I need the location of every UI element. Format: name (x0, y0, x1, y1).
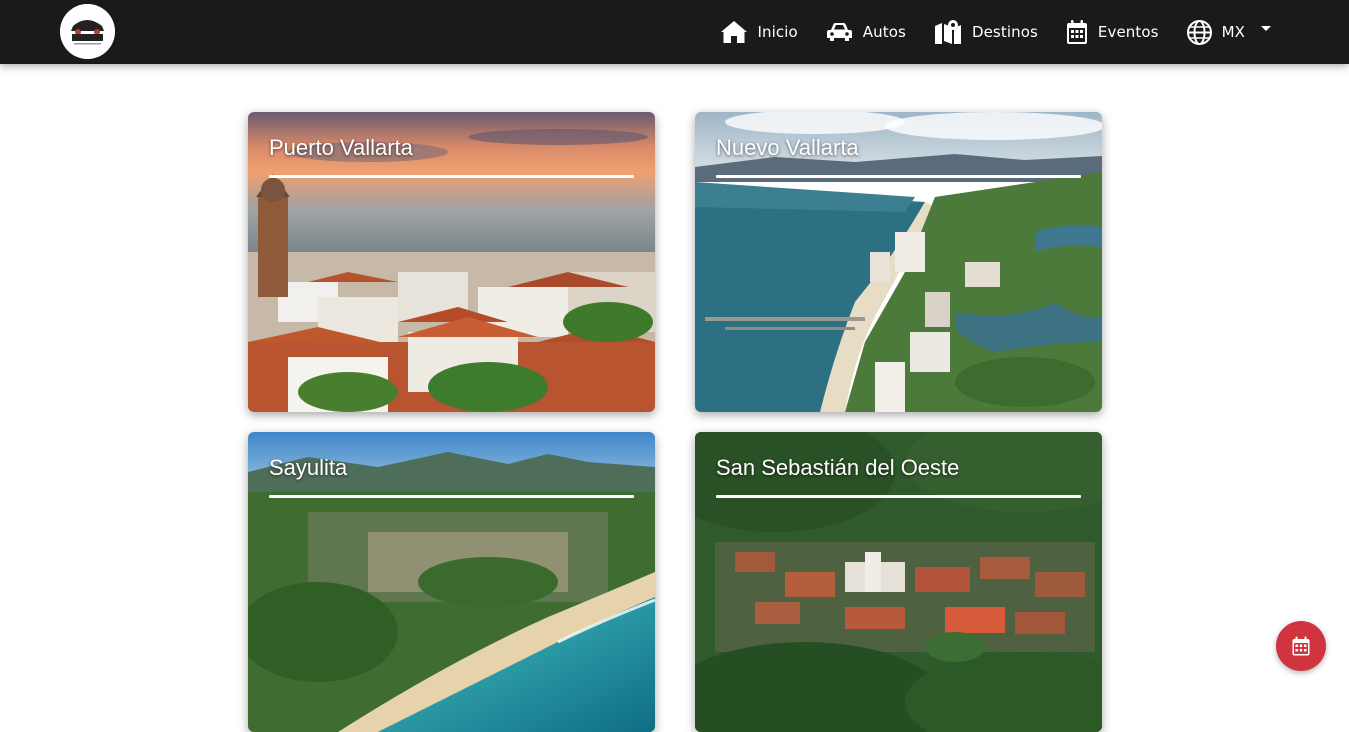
nav-eventos[interactable]: Eventos (1066, 0, 1159, 64)
nav-inicio-label: Inicio (757, 23, 798, 41)
destination-card-nuevo-vallarta[interactable]: Nuevo Vallarta (695, 112, 1102, 412)
home-icon (720, 21, 747, 43)
title-underline (716, 175, 1081, 178)
chevron-down-icon (1261, 25, 1271, 31)
nav-autos-label: Autos (862, 23, 906, 41)
destination-card-puerto-vallarta[interactable]: Puerto Vallarta (248, 112, 655, 412)
map-icon (934, 20, 961, 44)
nav-destinos-label: Destinos (971, 23, 1038, 41)
logo-image (60, 4, 115, 59)
title-underline (269, 495, 634, 498)
destination-title: Puerto Vallarta (269, 135, 413, 160)
destination-title: Sayulita (269, 455, 348, 480)
destination-card-san-sebastian-del-oeste[interactable]: San Sebastián del Oeste (695, 432, 1102, 732)
nav-eventos-label: Eventos (1097, 23, 1159, 41)
destination-title: San Sebastián del Oeste (716, 455, 960, 480)
car-icon (826, 23, 852, 41)
calendar-icon (1066, 20, 1087, 44)
top-navbar: Inicio Autos Destinos Eventos MX (0, 0, 1349, 64)
calendar-icon (1292, 636, 1310, 656)
language-dropdown[interactable]: MX (1186, 0, 1271, 64)
nav-autos[interactable]: Autos (826, 0, 906, 64)
nav-inicio[interactable]: Inicio (720, 0, 798, 64)
globe-icon (1186, 19, 1212, 45)
events-calendar-button[interactable] (1276, 621, 1326, 671)
destination-card-sayulita[interactable]: Sayulita (248, 432, 655, 732)
language-label: MX (1221, 23, 1245, 41)
nav-destinos[interactable]: Destinos (934, 0, 1038, 64)
title-underline (269, 175, 634, 178)
brand-logo[interactable] (60, 4, 115, 59)
title-underline (716, 495, 1081, 498)
destination-title: Nuevo Vallarta (716, 135, 859, 160)
main-nav: Inicio Autos Destinos Eventos MX (692, 0, 1271, 64)
